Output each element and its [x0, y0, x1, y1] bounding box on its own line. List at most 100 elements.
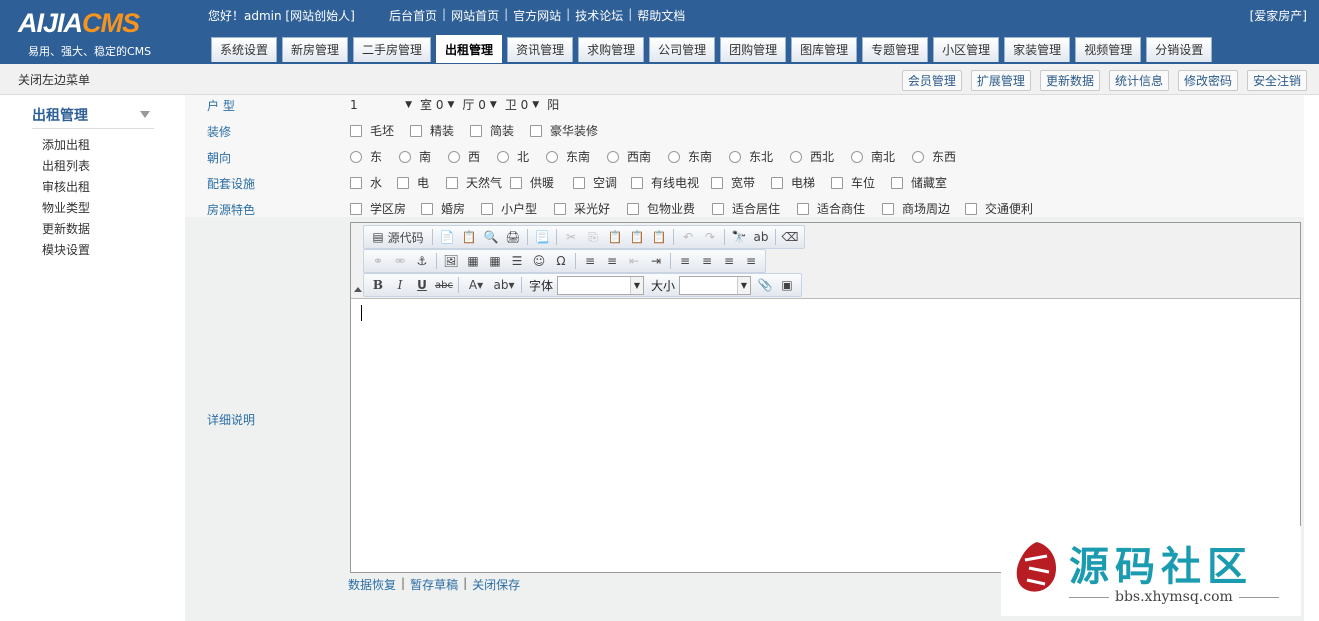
underline-icon[interactable]: U: [412, 276, 432, 294]
source-code-button[interactable]: ▤ 源代码: [368, 228, 428, 246]
redo-icon[interactable]: ↷: [700, 228, 720, 246]
tab-group-buy[interactable]: 团购管理: [720, 37, 787, 62]
maximize-icon[interactable]: ▣: [777, 276, 797, 294]
tab-rental[interactable]: 出租管理: [436, 35, 503, 63]
feature-option[interactable]: 商场周边: [882, 200, 965, 217]
bathroom-select[interactable]: 卫 0 ▼: [505, 96, 539, 113]
smiley-icon[interactable]: ☺: [529, 252, 549, 270]
align-right-icon[interactable]: ≡: [719, 252, 739, 270]
anchor-icon[interactable]: ⚓: [412, 252, 432, 270]
orientation-option[interactable]: 东南: [668, 148, 729, 165]
link-icon[interactable]: ⚭: [368, 252, 388, 270]
update-data-button[interactable]: 更新数据: [1039, 70, 1100, 91]
sidebar-item-update-data[interactable]: 更新数据: [42, 221, 90, 242]
italic-icon[interactable]: I: [390, 276, 410, 294]
link-admin-home[interactable]: 后台首页: [389, 7, 437, 24]
cut-icon[interactable]: ✂: [561, 228, 581, 246]
font-family-select[interactable]: ▼: [557, 275, 645, 295]
unlink-icon[interactable]: ⚮: [390, 252, 410, 270]
preview-icon[interactable]: 🔍: [481, 228, 501, 246]
tab-second-hand[interactable]: 二手房管理: [353, 37, 432, 62]
table-icon[interactable]: ▦: [485, 252, 505, 270]
close-save-link[interactable]: 关闭保存: [472, 576, 520, 593]
tab-purchase[interactable]: 求购管理: [578, 37, 645, 62]
orientation-option[interactable]: 西北: [790, 148, 851, 165]
orientation-option[interactable]: 西南: [607, 148, 668, 165]
special-char-icon[interactable]: Ω: [551, 252, 571, 270]
rooms-select[interactable]: 1 ▼: [350, 98, 412, 112]
tab-home-decor[interactable]: 家装管理: [1004, 37, 1071, 62]
living-room-select[interactable]: 厅 0 ▼: [462, 96, 496, 113]
tab-system-settings[interactable]: 系统设置: [211, 37, 278, 62]
tab-gallery[interactable]: 图库管理: [791, 37, 858, 62]
orientation-option[interactable]: 北: [497, 148, 546, 165]
bold-icon[interactable]: B: [368, 276, 388, 294]
feature-option[interactable]: 小户型: [481, 200, 554, 217]
link-help-docs[interactable]: 帮助文档: [637, 7, 685, 24]
change-password-button[interactable]: 修改密码: [1177, 70, 1238, 91]
copy-icon[interactable]: ⎘: [583, 228, 603, 246]
tab-topics[interactable]: 专题管理: [862, 37, 929, 62]
paste-text-icon[interactable]: 📋: [627, 228, 647, 246]
facility-option[interactable]: 电梯: [771, 174, 831, 191]
feature-option[interactable]: 婚房: [421, 200, 481, 217]
facility-option[interactable]: 宽带: [711, 174, 771, 191]
link-site-home[interactable]: 网站首页: [451, 7, 499, 24]
sidebar-item-review-rental[interactable]: 审核出租: [42, 179, 90, 200]
sidebar-item-rental-list[interactable]: 出租列表: [42, 158, 90, 179]
templates-icon[interactable]: 📋: [459, 228, 479, 246]
paste-word-icon[interactable]: 📋: [649, 228, 669, 246]
facility-option[interactable]: 电: [397, 174, 446, 191]
feature-option[interactable]: 学区房: [350, 200, 421, 217]
decor-option[interactable]: 简装: [470, 122, 530, 139]
tab-community[interactable]: 小区管理: [933, 37, 1000, 62]
unordered-list-icon[interactable]: ≡: [602, 252, 622, 270]
save-draft-link[interactable]: 暂存草稿: [410, 576, 458, 593]
page-icon[interactable]: 📃: [532, 228, 552, 246]
replace-icon[interactable]: ab: [751, 228, 771, 246]
horizontal-rule-icon[interactable]: ☰: [507, 252, 527, 270]
link-forum[interactable]: 技术论坛: [575, 7, 623, 24]
tab-company[interactable]: 公司管理: [649, 37, 716, 62]
link-official-site[interactable]: 官方网站: [513, 7, 561, 24]
feature-option[interactable]: 采光好: [554, 200, 627, 217]
align-justify-icon[interactable]: ≡: [741, 252, 761, 270]
feature-option[interactable]: 适合商住: [797, 200, 882, 217]
facility-option[interactable]: 水: [350, 174, 397, 191]
facility-option[interactable]: 供暖: [510, 174, 573, 191]
orientation-option[interactable]: 东南: [546, 148, 607, 165]
extension-manage-button[interactable]: 扩展管理: [970, 70, 1031, 91]
logo[interactable]: AIJIACMS: [18, 8, 140, 39]
orientation-option[interactable]: 东: [350, 148, 399, 165]
orientation-option[interactable]: 南北: [851, 148, 912, 165]
paste-icon[interactable]: 📋: [605, 228, 625, 246]
image-icon[interactable]: 🖼: [441, 252, 461, 270]
attachment-icon[interactable]: 📎: [755, 276, 775, 294]
facility-option[interactable]: 有线电视: [631, 174, 711, 191]
decor-option[interactable]: 精装: [410, 122, 470, 139]
facility-option[interactable]: 储藏室: [891, 174, 947, 191]
outdent-icon[interactable]: ⇤: [624, 252, 644, 270]
feature-option[interactable]: 包物业费: [627, 200, 712, 217]
print-icon[interactable]: 🖨: [503, 228, 523, 246]
close-left-menu-link[interactable]: 关闭左边菜单: [18, 71, 90, 88]
sidebar-item-module-settings[interactable]: 模块设置: [42, 242, 90, 263]
feature-option[interactable]: 交通便利: [965, 200, 1033, 217]
orientation-option[interactable]: 东西: [912, 148, 956, 165]
flash-icon[interactable]: ▦: [463, 252, 483, 270]
align-left-icon[interactable]: ≡: [675, 252, 695, 270]
logout-button[interactable]: 安全注销: [1246, 70, 1307, 91]
ordered-list-icon[interactable]: ≡: [580, 252, 600, 270]
collapse-arrow-icon[interactable]: [140, 111, 150, 118]
strikethrough-icon[interactable]: abc: [434, 276, 454, 294]
orientation-option[interactable]: 南: [399, 148, 448, 165]
sidebar-item-add-rental[interactable]: 添加出租: [42, 137, 90, 158]
feature-option[interactable]: 适合居住: [712, 200, 797, 217]
text-color-icon[interactable]: A▾: [463, 276, 489, 294]
statistics-button[interactable]: 统计信息: [1108, 70, 1169, 91]
facility-option[interactable]: 车位: [831, 174, 891, 191]
undo-icon[interactable]: ↶: [678, 228, 698, 246]
site-brand[interactable]: [爱家房产]: [1250, 7, 1307, 24]
align-center-icon[interactable]: ≡: [697, 252, 717, 270]
tab-distribution[interactable]: 分销设置: [1146, 37, 1213, 62]
